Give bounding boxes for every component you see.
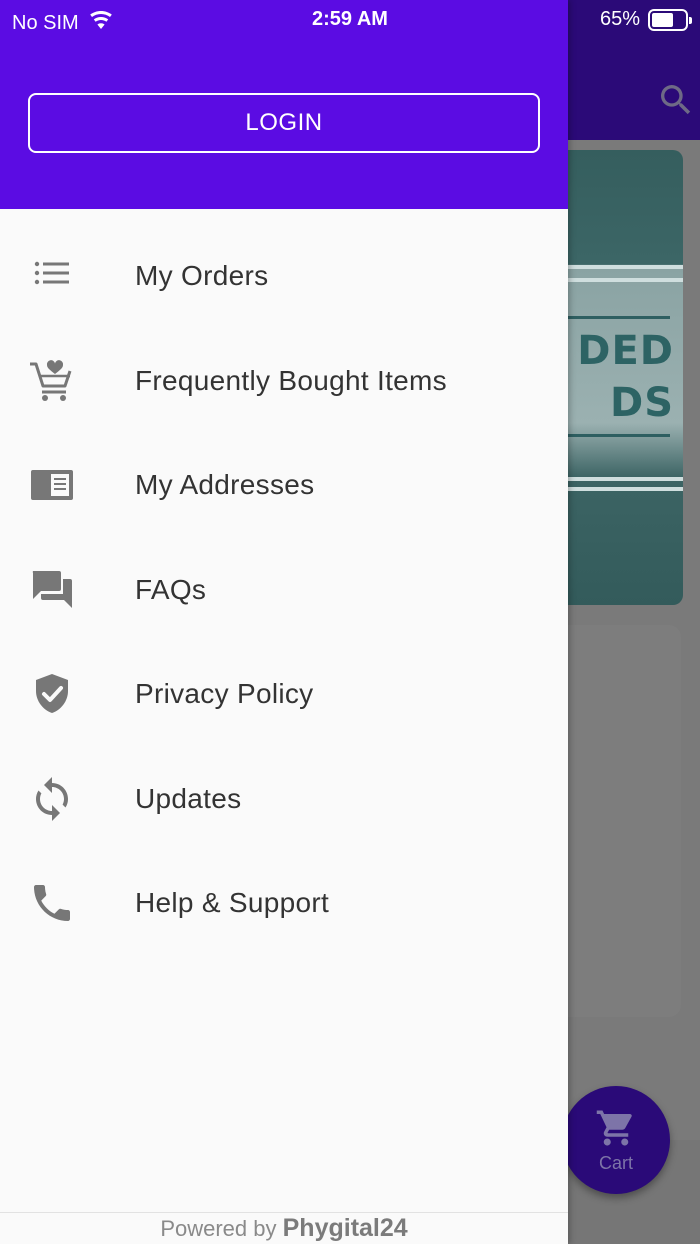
menu-label-help-support: Help & Support	[135, 887, 330, 919]
menu-item-updates[interactable]: Updates	[0, 747, 568, 852]
drawer-menu: My Orders Frequently Bought Items My Add…	[0, 224, 568, 956]
footer-brand: Phygital24	[282, 1214, 408, 1242]
menu-item-help-support[interactable]: Help & Support	[0, 851, 568, 956]
menu-item-my-orders[interactable]: My Orders	[0, 224, 568, 329]
cart-label: Cart	[598, 1152, 633, 1173]
menu-item-faqs[interactable]: FAQs	[0, 538, 568, 643]
powered-by-footer: Powered by Phygital24	[0, 1212, 568, 1244]
search-icon[interactable]	[656, 80, 696, 120]
menu-label-frequently-bought: Frequently Bought Items	[135, 364, 447, 396]
wifi-icon	[87, 8, 115, 38]
menu-label-privacy-policy: Privacy Policy	[135, 678, 314, 710]
menu-label-updates: Updates	[135, 782, 242, 814]
menu-label-my-orders: My Orders	[135, 260, 269, 292]
list-icon	[28, 252, 76, 300]
navigation-drawer: LOGIN My Orders Frequently Bought Items …	[0, 0, 568, 1244]
menu-item-my-addresses[interactable]: My Addresses	[0, 433, 568, 538]
battery-percent: 65%	[599, 8, 640, 30]
status-bar: No SIM 2:59 AM 65%	[0, 0, 700, 40]
menu-item-frequently-bought[interactable]: Frequently Bought Items	[0, 329, 568, 434]
cart-button[interactable]: Cart	[562, 1086, 670, 1194]
address-book-icon	[28, 461, 76, 509]
screen: DED DS Cart LOGIN My Orders Frequently B…	[0, 0, 700, 1244]
battery-icon	[648, 8, 692, 31]
menu-label-faqs: FAQs	[135, 573, 207, 605]
cart-icon	[596, 1110, 632, 1145]
login-button[interactable]: LOGIN	[28, 93, 540, 153]
carrier-label: No SIM	[12, 11, 79, 34]
menu-label-my-addresses: My Addresses	[135, 469, 315, 501]
sync-icon	[28, 775, 76, 823]
shield-check-icon	[28, 670, 76, 718]
footer-prefix: Powered by	[160, 1216, 277, 1241]
cart-heart-icon	[28, 357, 76, 405]
phone-icon	[28, 879, 76, 927]
forum-icon	[28, 566, 76, 614]
menu-item-privacy-policy[interactable]: Privacy Policy	[0, 642, 568, 747]
battery-level	[652, 12, 673, 27]
